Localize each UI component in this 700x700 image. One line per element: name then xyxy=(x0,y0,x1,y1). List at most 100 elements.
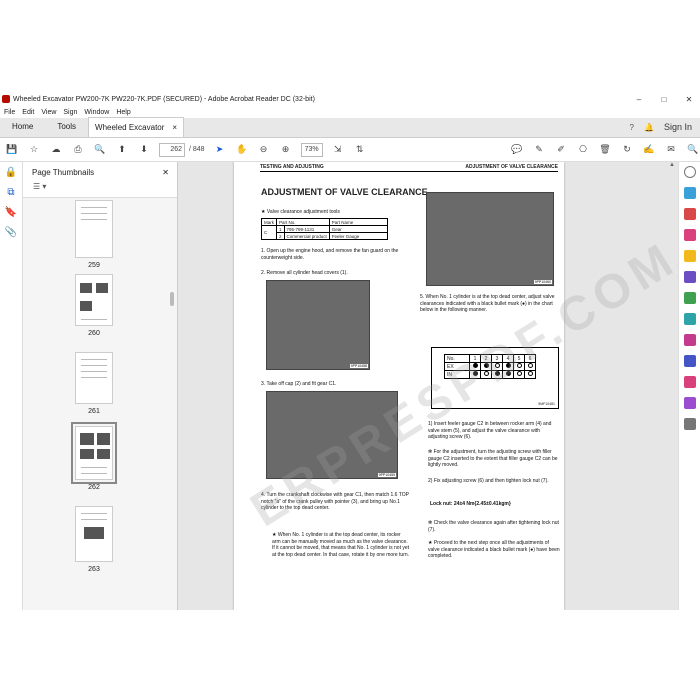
thumbnail-259[interactable]: 259 xyxy=(75,200,113,269)
bookmarks-icon[interactable]: 🔖 xyxy=(5,207,17,218)
export-pdf-icon[interactable] xyxy=(683,187,696,199)
organize-pages-icon[interactable] xyxy=(683,292,696,304)
table-cell: 2 xyxy=(276,232,285,240)
lock-icon[interactable]: 🔒 xyxy=(5,167,17,178)
comment-icon[interactable]: 💬 xyxy=(510,144,524,155)
thumbnail-261[interactable]: 261 xyxy=(75,352,113,415)
crank-pulley-photo: 9PP10460 xyxy=(426,192,554,286)
thumbnails-panel: Page Thumbnails ✕ ☰ ▾ 259 260 261 262 26… xyxy=(23,162,178,610)
thumbnail-260[interactable]: 260 xyxy=(75,274,113,337)
right-tools-rail xyxy=(678,162,700,610)
tab-document-label: Wheeled Excavator ... xyxy=(95,123,165,152)
sign-in-button[interactable]: Sign In xyxy=(664,122,692,132)
page-up-icon[interactable]: ⬆ xyxy=(115,144,129,155)
zoom-out-icon[interactable]: ⊖ xyxy=(257,144,271,155)
tab-document[interactable]: Wheeled Excavator ... × xyxy=(88,117,185,152)
acrobat-window: Wheeled Excavator PW200-7K PW220-7K.PDF … xyxy=(0,92,700,610)
print-icon[interactable]: ⎙ xyxy=(71,144,85,155)
tab-bar: Home Tools Wheeled Excavator ... × ? 🔔 S… xyxy=(0,117,700,152)
document-scrollbar[interactable]: ▲ xyxy=(668,162,676,610)
more-tools-icon[interactable] xyxy=(683,418,696,430)
valve-mark xyxy=(480,370,492,379)
sub-step-2: 2) Fix adjusting screw (6) and then tigh… xyxy=(428,478,549,484)
thumbnail-label: 263 xyxy=(88,566,100,573)
valve-mark xyxy=(502,370,514,379)
hand-tool-icon[interactable]: ✋ xyxy=(235,144,249,155)
protect-icon[interactable] xyxy=(683,355,696,367)
filled-bullet-icon xyxy=(483,363,489,368)
sign-icon[interactable]: ✍ xyxy=(642,144,656,155)
redact-icon[interactable] xyxy=(683,313,696,325)
thumbnail-scrollbar[interactable] xyxy=(170,292,174,306)
tab-tools[interactable]: Tools xyxy=(45,117,88,137)
tab-close-icon[interactable]: × xyxy=(172,118,177,137)
search-icon[interactable]: 🔍 xyxy=(93,144,107,155)
page-down-icon[interactable]: ⬇ xyxy=(137,144,151,155)
step-4-note: ★ When No. 1 cylinder is at the top dead… xyxy=(272,532,410,558)
highlight-icon[interactable]: ✎ xyxy=(532,144,546,155)
page-number-input[interactable]: 262 xyxy=(159,142,185,157)
cloud-upload-icon[interactable]: ☁ xyxy=(49,144,63,155)
thumbnail-options-icon[interactable]: ☰ ▾ xyxy=(23,182,177,198)
proceed-note: ★ Proceed to the next step once all the … xyxy=(428,540,560,559)
step-3: 3. Take off cap (2) and fit gear C1. xyxy=(261,381,337,387)
create-pdf-icon[interactable] xyxy=(683,208,696,220)
scroll-mode-icon[interactable]: ⇅ xyxy=(353,144,367,155)
page-heading: ADJUSTMENT OF VALVE CLEARANCE xyxy=(261,187,428,197)
window-title: Wheeled Excavator PW200-7K PW220-7K.PDF … xyxy=(13,95,315,103)
fill-sign-icon[interactable] xyxy=(683,334,696,346)
document-page: TESTING AND ADJUSTING ADJUSTMENT OF VALV… xyxy=(234,162,687,610)
thumbnail-262[interactable]: 262 xyxy=(71,422,117,491)
thumbnail-label: 261 xyxy=(88,408,100,415)
help-icon[interactable]: ? xyxy=(630,123,634,132)
chart-col: 4 xyxy=(502,354,514,363)
delete-icon[interactable]: 🗑 xyxy=(598,144,612,155)
tab-home[interactable]: Home xyxy=(0,117,45,137)
search-tool-icon[interactable]: 🔍 xyxy=(686,144,700,155)
zoom-tool-icon[interactable] xyxy=(683,166,696,178)
lock-nut-torque: Lock nut: 24±4 Nm{2.45±0.41kgm} xyxy=(430,501,511,507)
panel-close-icon[interactable]: ✕ xyxy=(162,168,169,177)
menu-edit[interactable]: Edit xyxy=(22,109,34,116)
menu-file[interactable]: File xyxy=(4,109,15,116)
combine-files-icon[interactable] xyxy=(683,271,696,283)
valve-mark xyxy=(480,362,492,371)
valve-mark xyxy=(524,362,536,371)
edit-pdf-icon[interactable] xyxy=(683,229,696,241)
stamp-icon[interactable]: ⎔ xyxy=(576,144,590,155)
zoom-in-icon[interactable]: ⊕ xyxy=(279,144,293,155)
empty-bullet-icon xyxy=(527,371,533,376)
menu-sign[interactable]: Sign xyxy=(63,109,77,116)
acrobat-logo-icon xyxy=(2,95,10,103)
photo-caption: 9PP10460 xyxy=(533,280,552,284)
menu-view[interactable]: View xyxy=(41,109,56,116)
valve-mark xyxy=(491,370,503,379)
rotate-icon[interactable]: ↻ xyxy=(620,144,634,155)
measure-icon[interactable] xyxy=(683,397,696,409)
draw-icon[interactable]: ✐ xyxy=(554,144,568,155)
chart-caption: 9MF10481 xyxy=(538,402,555,406)
menu-window[interactable]: Window xyxy=(84,109,109,116)
thumbnail-263[interactable]: 263 xyxy=(75,506,113,573)
notifications-icon[interactable]: 🔔 xyxy=(644,123,654,132)
save-icon[interactable]: 💾 xyxy=(5,144,19,155)
attachments-icon[interactable]: 📎 xyxy=(5,227,17,238)
menu-help[interactable]: Help xyxy=(116,109,130,116)
valve-mark xyxy=(502,362,514,371)
chart-col: 2 xyxy=(480,354,492,363)
table-cell: 795-799-1131 xyxy=(283,225,330,233)
tools-table: Mark Part No. Part Name C 1 795-799-1131 Gear… xyxy=(261,218,388,240)
close-window-button[interactable]: ✕ xyxy=(678,95,700,104)
select-cursor-icon[interactable]: ➤ xyxy=(213,144,227,155)
step-4: 4. Turn the crankshaft clockwise with ge… xyxy=(261,492,409,511)
zoom-dropdown[interactable]: 73% xyxy=(300,142,323,157)
maximize-button[interactable]: □ xyxy=(653,95,675,104)
share-icon[interactable]: ✉ xyxy=(664,144,678,155)
fit-page-icon[interactable]: ⇲ xyxy=(331,144,345,155)
page-thumbnails-icon[interactable]: ⧉ xyxy=(7,187,14,198)
bookmark-star-icon[interactable]: ☆ xyxy=(27,144,41,155)
compress-icon[interactable] xyxy=(683,376,696,388)
comment-tool-icon[interactable] xyxy=(683,250,696,262)
thumbnail-label: 259 xyxy=(88,262,100,269)
minimize-button[interactable]: – xyxy=(628,95,650,104)
